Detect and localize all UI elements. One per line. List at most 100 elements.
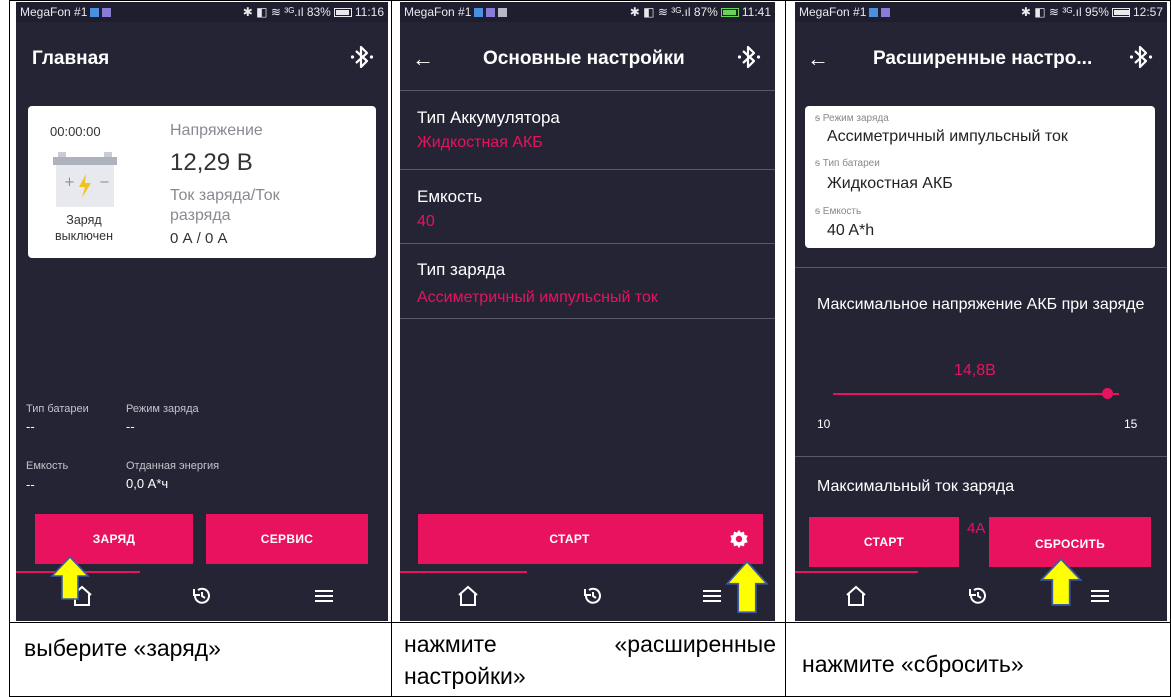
energy-label: Отданная энергия (126, 460, 220, 472)
bottom-nav (400, 571, 775, 621)
history-icon[interactable] (966, 585, 990, 607)
arrow-pointer-icon (725, 560, 769, 614)
caption-3: нажмите «сбросить» (802, 651, 1024, 677)
caption-1: выберите «заряд» (24, 635, 221, 661)
current-label: Ток заряда/Ток разряда (170, 187, 280, 224)
slider-max-label: 15 (1124, 417, 1138, 431)
max-current-label: Максимальный ток заряда (817, 478, 1015, 495)
caption-2-line2: настройки» (404, 663, 526, 689)
notification-icon (474, 8, 484, 17)
phone-screen-advanced-settings: MegaFon #1 ✱ ◧ ≋ ³ᴳ.ıl 95% 12:57 ← Расшир… (795, 2, 1167, 621)
home-icon[interactable] (456, 585, 480, 607)
voltage-label: Напряжение (170, 122, 263, 139)
notification-icon (498, 8, 508, 17)
service-button[interactable]: СЕРВИС (206, 514, 368, 564)
bluetooth-icon[interactable] (350, 42, 374, 72)
setting-name: Тип Аккумулятора (417, 108, 560, 127)
menu-icon[interactable] (700, 585, 724, 607)
settings-summary-card: ᵴ Режим заряда Ассиметричный импульсный … (805, 106, 1155, 248)
battery-icon (720, 8, 739, 17)
charge-mode-label: Режим заряда (126, 403, 199, 415)
menu-icon[interactable] (312, 585, 336, 607)
nav-active-indicator (795, 571, 918, 573)
status-icons: ✱ ◧ ≋ ³ᴳ.ıl 95% (1020, 5, 1109, 19)
max-current-value: 4А (967, 520, 986, 537)
charge-state-label: Заряд выключен (55, 213, 113, 243)
summary-value: Ассиметричный импульсный ток (827, 128, 1068, 145)
phone-screen-basic-settings: MegaFon #1 ✱ ◧ ≋ ³ᴳ.ıl 87% 11:41 ← Основн… (400, 2, 775, 621)
start-button[interactable]: СТАРТ (809, 517, 959, 567)
notification-icon (869, 8, 879, 17)
menu-icon[interactable] (1088, 585, 1112, 607)
summary-label: ᵴ Тип батареи (815, 158, 880, 169)
summary-value: 40 A*h (827, 222, 875, 239)
notification-icon (90, 8, 100, 17)
start-button[interactable]: СТАРТ (418, 514, 721, 564)
energy-value: 0,0 А*ч (126, 476, 169, 491)
back-arrow-icon[interactable]: ← (807, 46, 829, 72)
setting-name: Тип заряда (417, 260, 506, 279)
divider (795, 456, 1167, 457)
charge-mode-value: -- (126, 419, 135, 434)
cell-caption-3: нажмите «сбросить» (785, 622, 1171, 697)
status-bar: MegaFon #1 ✱ ◧ ≋ ³ᴳ.ıl 87% 11:41 (400, 2, 775, 22)
bottom-nav (795, 571, 1167, 621)
divider (795, 267, 1167, 268)
notification-icon (102, 8, 112, 17)
voltage-slider-thumb[interactable] (1102, 388, 1114, 399)
app-bar: ← Основные настройки (400, 22, 775, 90)
history-icon[interactable] (581, 585, 605, 607)
charge-timer: 00:00:00 (50, 124, 101, 139)
advanced-settings-button[interactable] (715, 514, 763, 564)
status-bar: MegaFon #1 ✱ ◧ ≋ ³ᴳ.ıl 95% 12:57 (795, 2, 1167, 22)
home-icon[interactable] (844, 585, 868, 607)
setting-capacity[interactable]: Емкость 40 (400, 170, 775, 244)
cell-caption-2: нажмите «расширенные настройки» (391, 622, 786, 697)
gear-icon (730, 529, 748, 549)
back-arrow-icon[interactable]: ← (412, 46, 434, 72)
summary-label: ᵴ Емкость (815, 206, 862, 217)
setting-charge-type[interactable]: Тип заряда Ассиметричный импульсный ток (400, 244, 775, 319)
bluetooth-icon[interactable] (1129, 42, 1153, 72)
phone-screen-home: MegaFon #1 ✱ ◧ ≋ ³ᴳ.ıl 83% 11:16 Главная … (16, 2, 388, 621)
cell-caption-1: выберите «заряд» (9, 622, 392, 697)
clock: 11:41 (741, 5, 771, 19)
page-title: Главная (32, 48, 110, 69)
setting-value: Ассиметричный импульсный ток (417, 289, 658, 306)
carrier-name: MegaFon #1 (799, 5, 867, 19)
summary-value: Жидкостная АКБ (827, 175, 953, 192)
setting-battery-type[interactable]: Тип Аккумулятора Жидкостная АКБ (400, 91, 775, 170)
battery-type-value: -- (26, 419, 35, 434)
page-title: Расширенные настро... (873, 48, 1093, 69)
status-icons: ✱ ◧ ≋ ³ᴳ.ıl 83% (242, 5, 331, 19)
carrier-name: MegaFon #1 (404, 5, 472, 19)
status-icons: ✱ ◧ ≋ ³ᴳ.ıl 87% (629, 5, 718, 19)
bluetooth-icon[interactable] (737, 42, 761, 72)
page-title: Основные настройки (483, 48, 685, 69)
svg-text:−: − (99, 175, 110, 190)
battery-icon (1111, 8, 1130, 17)
battery-type-label: Тип батареи (26, 403, 89, 415)
slider-min-label: 10 (817, 417, 831, 431)
battery-illustration-icon: + − (53, 152, 117, 207)
capacity-value: -- (26, 477, 35, 492)
capacity-label: Емкость (26, 460, 69, 472)
notification-icon (881, 8, 891, 17)
notification-icon (486, 8, 496, 17)
status-bar: MegaFon #1 ✱ ◧ ≋ ³ᴳ.ıl 83% 11:16 (16, 2, 388, 22)
caption-2-line1: нажмите «расширенные (404, 631, 776, 657)
status-card: 00:00:00 + − Заряд выключен Напряжение 1… (28, 106, 376, 258)
nav-active-indicator (400, 571, 527, 573)
arrow-pointer-icon (50, 555, 90, 600)
setting-value: 40 (417, 213, 435, 230)
voltage-value: 12,29 В (170, 149, 253, 176)
max-voltage-label: Максимальное напряжение АКБ при заряде (817, 296, 1145, 313)
voltage-slider-track[interactable] (833, 393, 1119, 395)
svg-text:+: + (64, 175, 75, 190)
app-bar: Главная (16, 22, 388, 90)
carrier-name: MegaFon #1 (20, 5, 88, 19)
current-value: 0 А / 0 А (170, 230, 228, 247)
summary-label: ᵴ Режим заряда (815, 113, 889, 124)
history-icon[interactable] (190, 585, 214, 607)
clock: 11:16 (354, 5, 384, 19)
